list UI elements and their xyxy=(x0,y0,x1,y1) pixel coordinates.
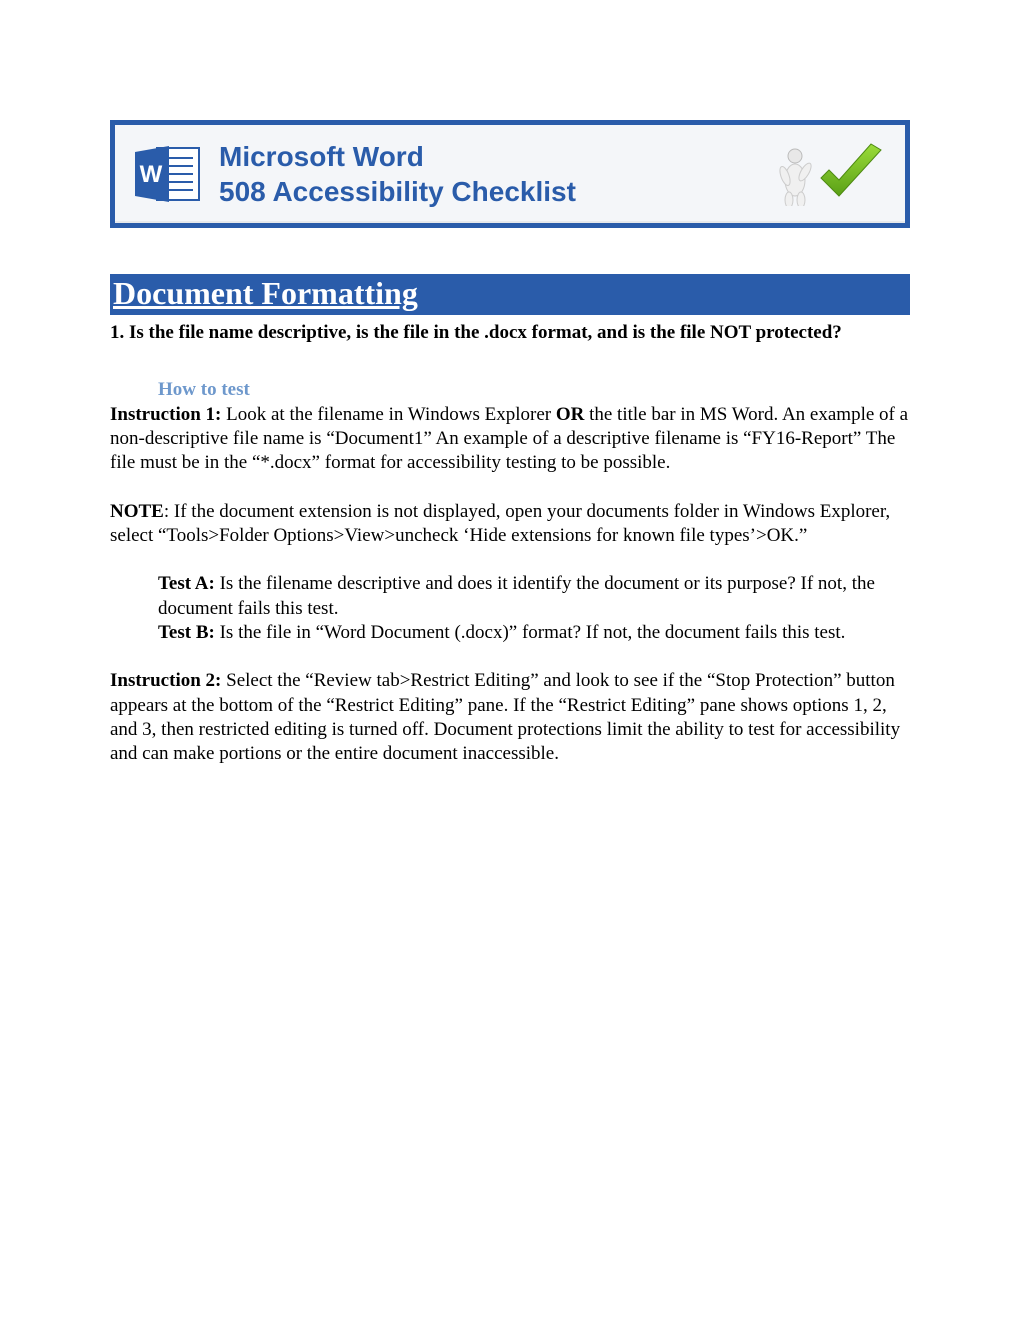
checkmark-icon xyxy=(815,142,887,206)
section-heading: Document Formatting xyxy=(110,274,910,315)
instruction-1-label: Instruction 1: xyxy=(110,404,221,425)
banner-line2: 508 Accessibility Checklist xyxy=(219,176,576,207)
checklist-question: 1. Is the file name descriptive, is the … xyxy=(110,321,910,345)
checkmark-graphic xyxy=(775,142,887,206)
header-banner: W Microsoft Word 508 Accessibility Check… xyxy=(110,120,910,228)
instruction-2-label: Instruction 2: xyxy=(110,670,221,691)
instruction-1-or: OR xyxy=(556,404,585,425)
test-b: Test B: Is the file in “Word Document (.… xyxy=(158,621,910,645)
instruction-1: Instruction 1: Look at the filename in W… xyxy=(110,403,910,476)
instruction-2: Instruction 2: Select the “Review tab>Re… xyxy=(110,669,910,766)
instruction-1-text-a: Look at the filename in Windows Explorer xyxy=(221,404,555,425)
person-icon xyxy=(775,146,815,206)
how-to-test-heading: How to test xyxy=(158,379,910,401)
banner-title: Microsoft Word 508 Accessibility Checkli… xyxy=(219,139,757,209)
test-a-text: Is the filename descriptive and does it … xyxy=(158,573,875,618)
note-text: : If the document extension is not displ… xyxy=(110,501,890,546)
test-b-label: Test B: xyxy=(158,622,215,643)
note-label: NOTE xyxy=(110,501,164,522)
word-icon: W xyxy=(133,142,201,206)
tests-block: Test A: Is the filename descriptive and … xyxy=(158,572,910,645)
test-b-text: Is the file in “Word Document (.docx)” f… xyxy=(215,622,846,643)
test-a: Test A: Is the filename descriptive and … xyxy=(158,572,910,621)
test-a-label: Test A: xyxy=(158,573,215,594)
note-block: NOTE: If the document extension is not d… xyxy=(110,500,910,549)
svg-text:W: W xyxy=(140,161,163,188)
banner-line1: Microsoft Word xyxy=(219,141,424,172)
instruction-2-text: Select the “Review tab>Restrict Editing”… xyxy=(110,670,900,764)
